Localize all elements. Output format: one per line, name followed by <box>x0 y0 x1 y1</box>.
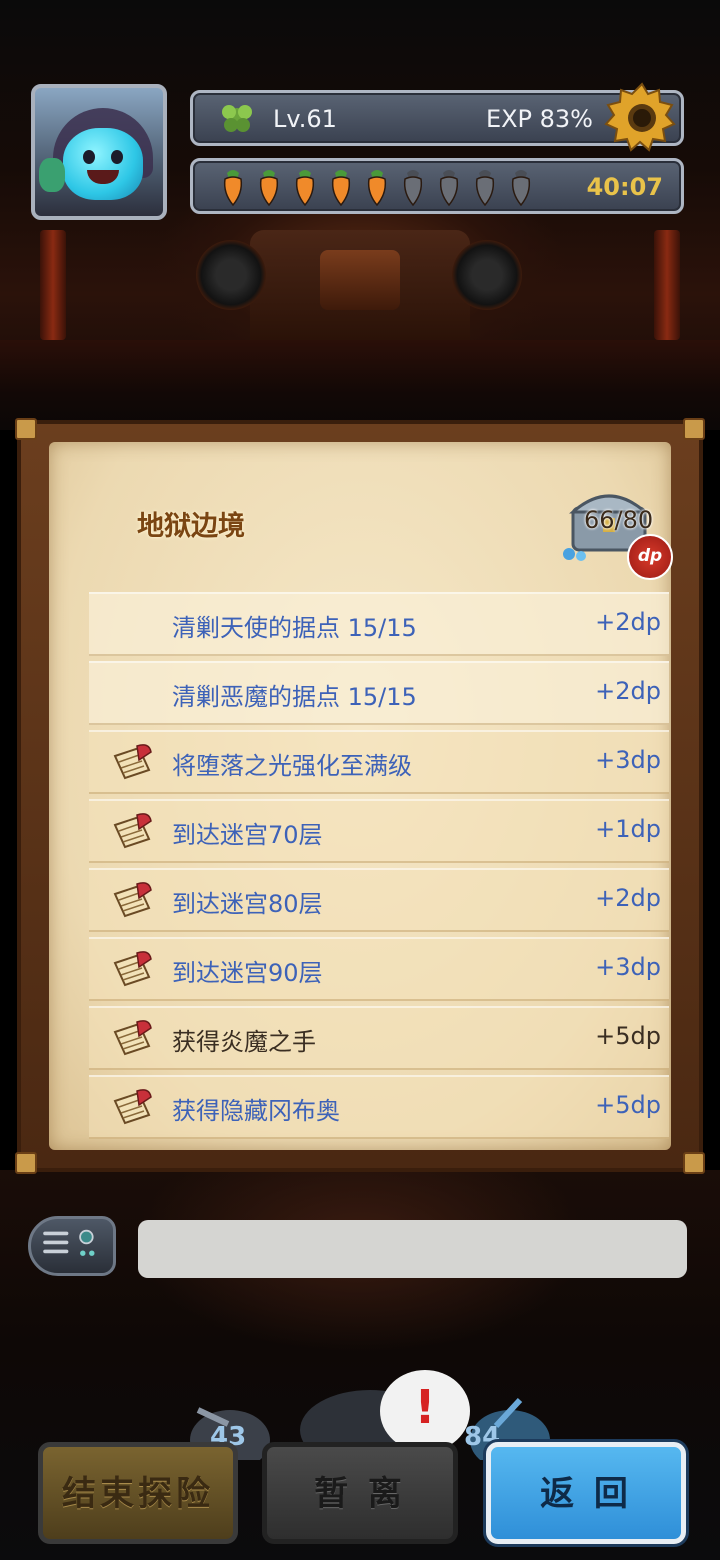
achievement-points: +1dp <box>595 815 661 843</box>
achievement-label: 到达迷宫80层 <box>172 890 323 918</box>
achievement-label: 清剿天使的据点 15/15 <box>172 614 417 642</box>
player-avatar[interactable] <box>31 84 167 220</box>
cannon-wheel-right <box>452 240 522 310</box>
achievement-label: 获得炎魔之手 <box>172 1028 316 1056</box>
potion-icon <box>39 158 65 192</box>
achievement-points: +2dp <box>595 884 661 912</box>
chat-input[interactable] <box>138 1220 687 1278</box>
achievement-label: 到达迷宫70层 <box>172 821 323 849</box>
scroll-quill-icon <box>113 1089 152 1125</box>
dungeon-floor <box>0 340 720 430</box>
achievement-label: 获得隐藏冈布奥 <box>172 1097 340 1125</box>
carrot-icon <box>259 170 279 207</box>
panel-corner <box>15 418 37 440</box>
carrot-empty-icon <box>403 170 423 207</box>
panel-title: 地狱边境 <box>137 511 245 542</box>
gumball-character <box>63 128 143 200</box>
scroll-quill-icon <box>113 813 152 849</box>
panel-corner <box>683 1152 705 1174</box>
stamina-timer: 40:07 <box>586 173 663 201</box>
achievement-points: +5dp <box>595 1091 661 1119</box>
pillar-left <box>40 230 66 340</box>
scroll-quill-icon <box>113 882 152 918</box>
exp-percent: EXP 83% <box>485 105 593 133</box>
dp-badge: dp <box>627 534 673 580</box>
carrot-icon <box>367 170 387 207</box>
chat-menu-icon <box>43 1229 95 1256</box>
settings-gear-icon[interactable] <box>604 80 680 156</box>
scroll-quill-icon <box>113 744 152 780</box>
stamina-carrots <box>217 167 537 207</box>
scroll-quill-icon <box>113 1020 152 1056</box>
carrot-empty-icon <box>439 170 459 207</box>
scroll-quill-icon <box>113 951 152 987</box>
achievement-points: +2dp <box>595 608 661 636</box>
achievement-label: 到达迷宫90层 <box>172 959 323 987</box>
dp-progress: 66/80 <box>584 506 654 534</box>
carrot-icon <box>331 170 351 207</box>
achievement-label: 将堕落之光强化至满级 <box>172 752 412 780</box>
achievement-label: 清剿恶魔的据点 15/15 <box>172 683 417 711</box>
achievement-points: +3dp <box>595 953 661 981</box>
achievement-row[interactable]: 到达迷宫90层 +3dp <box>89 937 669 1001</box>
achievement-row[interactable]: 到达迷宫80层 +2dp <box>89 868 669 932</box>
achievement-points: +2dp <box>595 677 661 705</box>
achievement-points: +3dp <box>595 746 661 774</box>
chat-menu-button[interactable] <box>28 1216 116 1276</box>
achievement-row[interactable]: 将堕落之光强化至满级 +3dp <box>89 730 669 794</box>
achievement-row[interactable]: 到达迷宫70层 +1dp <box>89 799 669 863</box>
dungeon-gate <box>250 230 470 340</box>
cannon-wheel-left <box>196 240 266 310</box>
exclamation-icon: ! <box>414 1380 436 1434</box>
leaf-cluster-icon <box>222 105 252 132</box>
achievement-row[interactable]: 清剿天使的据点 15/15 +2dp <box>89 592 669 656</box>
achievement-row[interactable]: 获得隐藏冈布奥 +5dp <box>89 1075 669 1139</box>
panel-corner <box>15 1152 37 1174</box>
back-button[interactable]: 返 回 <box>486 1442 686 1544</box>
stamina-bar: 40:07 <box>190 158 684 214</box>
parchment: 地狱边境 66/80 dp 清剿天使的据点 15/15 +2dp 清剿恶魔的据点 1… <box>49 442 673 1150</box>
pillar-right <box>654 230 680 340</box>
carrot-icon <box>295 170 315 207</box>
carrot-empty-icon <box>475 170 495 207</box>
carrot-empty-icon <box>511 170 531 207</box>
carrot-icon <box>223 170 243 207</box>
achievement-row[interactable]: 获得炎魔之手 +5dp <box>89 1006 669 1070</box>
panel-corner <box>683 418 705 440</box>
end-exploration-button[interactable]: 结束探险 <box>38 1442 238 1544</box>
achievement-row[interactable]: 清剿恶魔的据点 15/15 +2dp <box>89 661 669 725</box>
pause-button[interactable]: 暂 离 <box>262 1442 458 1544</box>
player-level: Lv.61 <box>273 105 337 133</box>
achievement-points: +5dp <box>595 1022 661 1050</box>
alert-bubble[interactable]: ! <box>380 1370 470 1452</box>
achievement-panel: 地狱边境 66/80 dp 清剿天使的据点 15/15 +2dp 清剿恶魔的据点 1… <box>15 418 705 1174</box>
